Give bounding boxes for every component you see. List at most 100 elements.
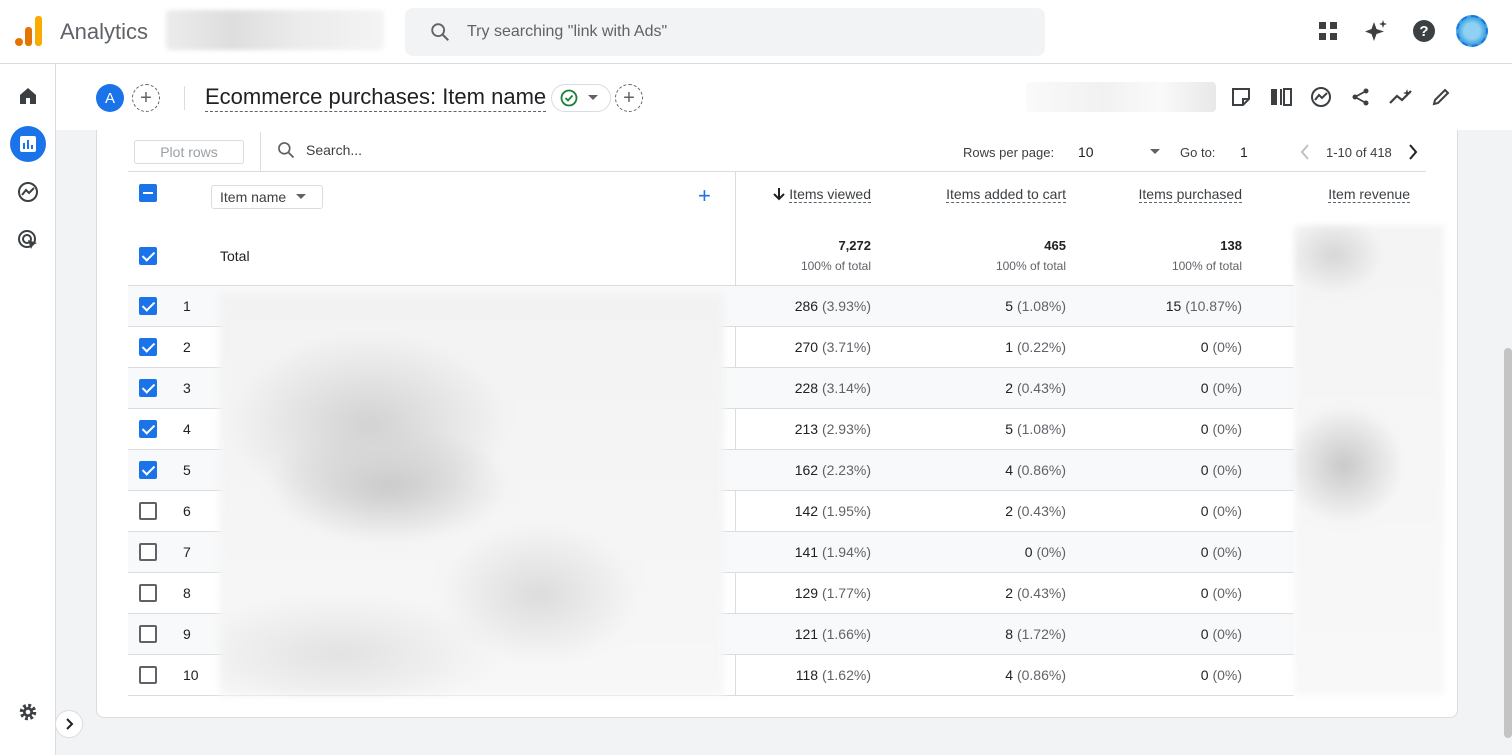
home-icon[interactable] [10, 78, 46, 114]
header-items-viewed-label: Items viewed [789, 186, 871, 203]
table-search[interactable] [276, 140, 506, 160]
header-item-revenue-label: Item revenue [1328, 186, 1410, 203]
page-scrollbar[interactable] [1504, 348, 1512, 738]
cell-items-viewed: 142 (1.95%) [794, 503, 871, 519]
cell-items-added: 8 (1.72%) [1005, 626, 1066, 642]
cell-items-added: 5 (1.08%) [1005, 298, 1066, 314]
row-number: 3 [183, 380, 191, 396]
row-number: 9 [183, 626, 191, 642]
goto-page-input[interactable] [1240, 140, 1280, 164]
plot-rows-button[interactable]: Plot rows [134, 140, 244, 164]
caret-down-icon [296, 194, 307, 199]
cell-items-purchased: 0 (0%) [1200, 380, 1242, 396]
cell-items-added: 1 (0.22%) [1005, 339, 1066, 355]
row-checkbox[interactable] [139, 461, 157, 479]
row-number: 2 [183, 339, 191, 355]
cell-items-purchased: 0 (0%) [1200, 503, 1242, 519]
check-circle-icon [560, 89, 578, 107]
add-filter-button[interactable]: + [615, 84, 643, 112]
reports-icon[interactable] [10, 126, 46, 162]
analytics-logo-icon[interactable] [15, 16, 43, 46]
row-checkbox[interactable] [139, 338, 157, 356]
header-items-purchased[interactable]: Items purchased [1138, 186, 1242, 203]
comparison-chip[interactable]: A [96, 84, 124, 112]
row-checkbox[interactable] [139, 584, 157, 602]
search-icon [278, 142, 295, 159]
cell-items-purchased: 0 (0%) [1200, 626, 1242, 642]
row-checkbox[interactable] [139, 297, 157, 315]
table-search-input[interactable] [306, 142, 506, 158]
cell-items-added: 4 (0.86%) [1005, 667, 1066, 683]
row-checkbox[interactable] [139, 543, 157, 561]
settings-gear-icon[interactable] [10, 694, 46, 730]
row-number: 4 [183, 421, 191, 437]
total-items-viewed: 7,272 100% of total [800, 238, 871, 273]
header-items-viewed[interactable]: Items viewed [773, 186, 871, 203]
header-items-added-to-cart[interactable]: Items added to cart [946, 186, 1066, 203]
cell-items-purchased: 0 (0%) [1200, 462, 1242, 478]
chevron-left-icon [1300, 144, 1309, 160]
report-status-dropdown[interactable] [551, 84, 611, 112]
insights-icon[interactable] [1308, 84, 1334, 110]
share-icon[interactable] [1348, 84, 1374, 110]
row-number: 6 [183, 503, 191, 519]
header-item-revenue[interactable]: Item revenue [1328, 186, 1410, 203]
header-divider [184, 86, 185, 110]
select-all-checkbox[interactable] [139, 184, 157, 202]
search-icon [429, 21, 451, 48]
date-range-selector[interactable] [1026, 82, 1216, 112]
cell-items-purchased: 0 (0%) [1200, 585, 1242, 601]
cell-items-viewed: 141 (1.94%) [794, 544, 871, 560]
trend-icon[interactable] [1388, 84, 1414, 110]
add-dimension-button[interactable]: + [698, 185, 711, 207]
customize-report-icon[interactable] [1228, 84, 1254, 110]
total-label: Total [220, 248, 250, 264]
total-items-added: 465 100% of total [995, 238, 1066, 273]
report-title[interactable]: Ecommerce purchases: Item name [205, 84, 547, 112]
cell-items-added: 0 (0%) [1024, 544, 1066, 560]
row-checkbox[interactable] [139, 625, 157, 643]
chevron-right-icon [1409, 144, 1418, 160]
cell-items-viewed: 213 (2.93%) [794, 421, 871, 437]
search-bar[interactable] [405, 8, 1045, 56]
previous-page-button[interactable] [1294, 140, 1316, 164]
row-checkbox[interactable] [139, 666, 157, 684]
search-input[interactable] [467, 20, 1027, 44]
next-page-button[interactable] [1402, 140, 1424, 164]
account-avatar[interactable] [1456, 15, 1488, 47]
row-number: 1 [183, 298, 191, 314]
rows-per-page-select[interactable]: 10 [1070, 140, 1160, 164]
compare-icon[interactable] [1268, 84, 1294, 110]
help-icon[interactable]: ? [1411, 18, 1437, 44]
advertising-icon[interactable] [10, 222, 46, 258]
add-comparison-button[interactable]: + [132, 84, 160, 112]
item-revenue-redacted [1294, 225, 1444, 695]
explore-icon[interactable] [10, 174, 46, 210]
row-checkbox[interactable] [139, 379, 157, 397]
sparkle-icon[interactable] [1363, 18, 1389, 44]
caret-down-icon [588, 95, 598, 100]
header-items-added-label: Items added to cart [946, 186, 1066, 203]
account-selector[interactable] [166, 10, 384, 50]
cell-items-added: 2 (0.43%) [1005, 585, 1066, 601]
edit-icon[interactable] [1428, 84, 1454, 110]
item-names-redacted [219, 294, 724, 696]
cell-items-purchased: 0 (0%) [1200, 667, 1242, 683]
expand-nav-button[interactable] [55, 710, 83, 738]
cell-items-viewed: 162 (2.23%) [794, 462, 871, 478]
cell-items-viewed: 118 (1.62%) [795, 667, 871, 683]
cell-items-viewed: 270 (3.71%) [794, 339, 871, 355]
dimension-dropdown[interactable]: Item name [211, 185, 323, 209]
row-number: 5 [183, 462, 191, 478]
apps-grid-icon[interactable] [1315, 18, 1341, 44]
table-toolbar: Plot rows Rows per page: 10 Go to: 1-10 … [128, 132, 1426, 172]
total-items-purchased: 138 100% of total [1171, 238, 1242, 273]
row-checkbox[interactable] [139, 502, 157, 520]
toolbar-divider [260, 132, 261, 172]
row-number: 7 [183, 544, 191, 560]
total-checkbox[interactable] [139, 247, 157, 265]
pagination-range: 1-10 of 418 [1326, 145, 1392, 160]
cell-items-viewed: 121 (1.66%) [794, 626, 871, 642]
cell-items-purchased: 0 (0%) [1200, 544, 1242, 560]
row-checkbox[interactable] [139, 420, 157, 438]
